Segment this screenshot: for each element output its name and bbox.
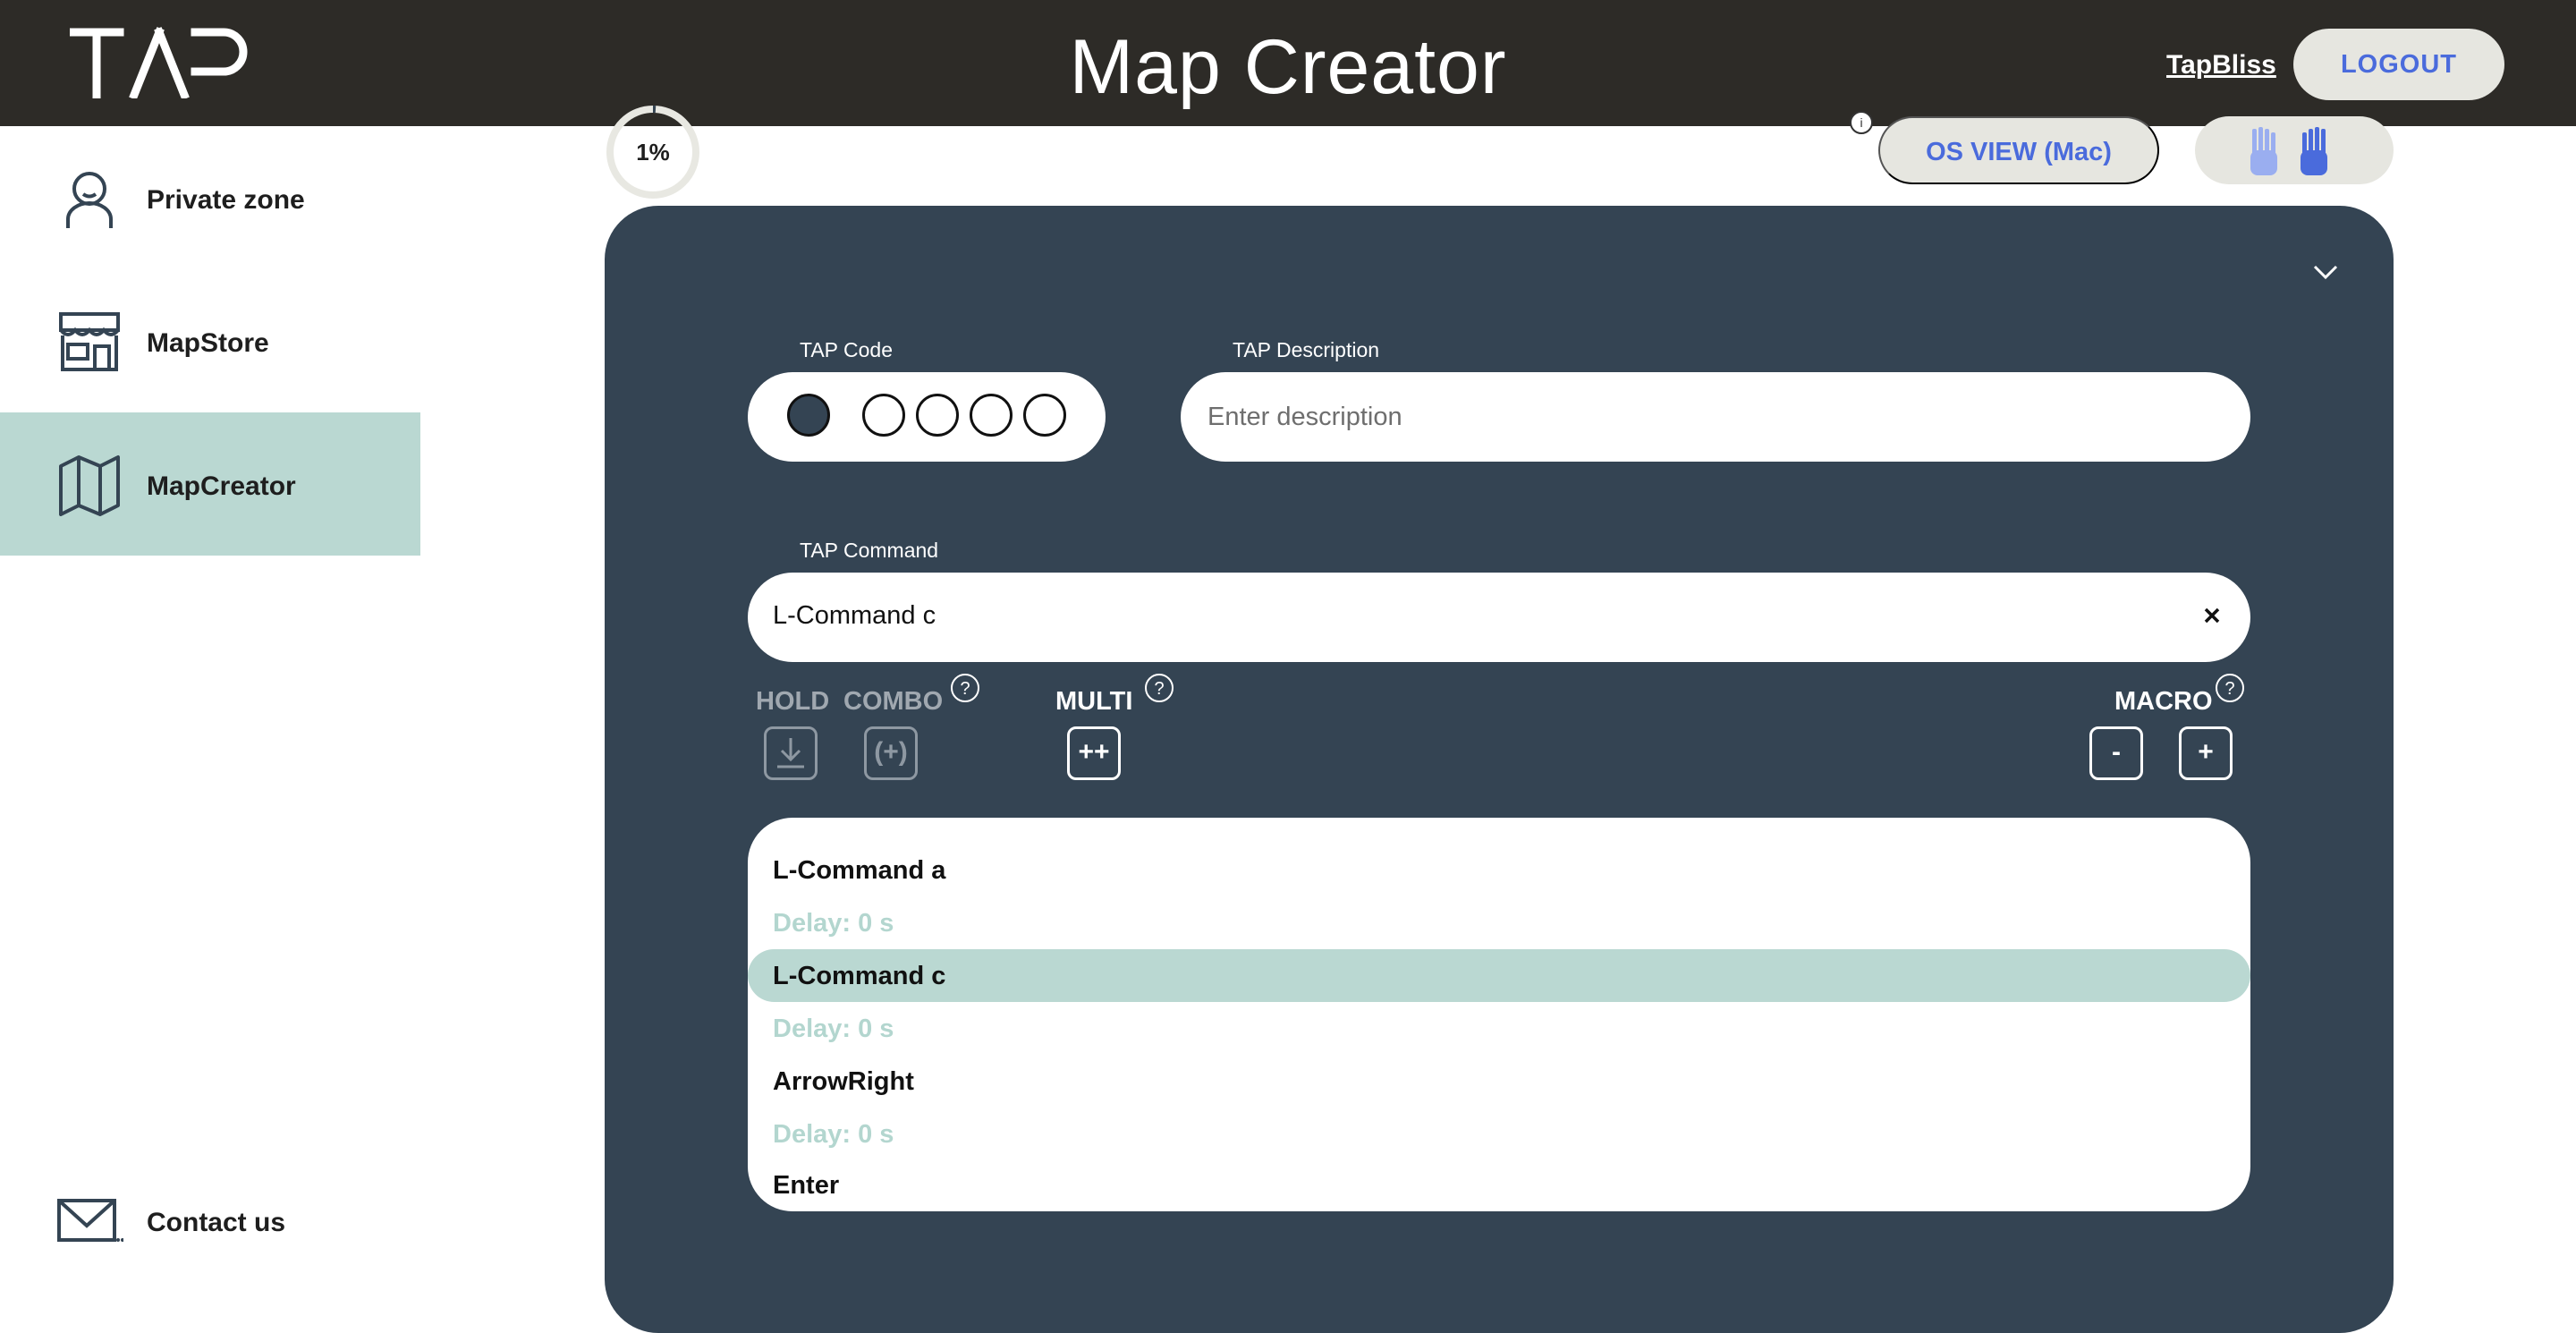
- tap-code-dot-thumb[interactable]: [787, 394, 830, 437]
- tap-command-value: L-Command c: [773, 601, 936, 630]
- info-icon[interactable]: i: [1848, 109, 1875, 136]
- sidebar-item-label: Contact us: [147, 1208, 286, 1237]
- macro-step-text: ArrowRight: [773, 1067, 914, 1096]
- sidebar: Private zone MapStore MapCreator Contact…: [0, 126, 420, 1295]
- tap-command-input[interactable]: [748, 573, 2250, 662]
- macro-step-text: L-Command a: [773, 856, 946, 885]
- chevron-down-icon[interactable]: [2309, 256, 2342, 288]
- macro-step-text: Delay: 0 s: [773, 1015, 894, 1043]
- download-icon: [777, 738, 804, 768]
- macro-remove-button[interactable]: -: [2089, 726, 2143, 780]
- macro-step-delay[interactable]: Delay: 0 s: [748, 896, 2250, 949]
- combo-button[interactable]: (+): [864, 726, 918, 780]
- sidebar-item-label: MapStore: [147, 328, 269, 358]
- macro-step-text: Delay: 0 s: [773, 909, 894, 938]
- help-icon[interactable]: ?: [1144, 673, 1174, 703]
- close-icon[interactable]: [2199, 602, 2225, 629]
- os-view-button[interactable]: OS VIEW (Mac): [1878, 116, 2159, 184]
- tap-code-dot-middle[interactable]: [916, 394, 959, 437]
- macro-step-key-selected[interactable]: L-Command c: [748, 949, 2250, 1002]
- macro-label: MACRO: [2114, 687, 2213, 716]
- macro-step-text: L-Command c: [773, 962, 946, 990]
- multi-button[interactable]: ++: [1067, 726, 1121, 780]
- sidebar-item-label: Private zone: [147, 185, 305, 215]
- macro-step-key[interactable]: ArrowRight: [748, 1055, 2250, 1108]
- svg-text:?: ?: [960, 679, 970, 699]
- sidebar-item-private-zone[interactable]: Private zone: [0, 126, 420, 269]
- progress-percent: 1%: [636, 139, 670, 166]
- macro-step-text: Enter: [773, 1171, 840, 1200]
- sidebar-item-label: MapCreator: [147, 471, 296, 501]
- tap-description-label: TAP Description: [1233, 338, 1380, 361]
- macro-step-delay[interactable]: Delay: 0 s: [748, 1108, 2250, 1160]
- tap-code-dot-pinky[interactable]: [1023, 394, 1066, 437]
- tap-code-dot-ring[interactable]: [970, 394, 1013, 437]
- mail-icon: [57, 1199, 123, 1242]
- map-icon: [59, 455, 120, 516]
- store-icon: [59, 312, 120, 371]
- macro-add-button[interactable]: +: [2179, 726, 2233, 780]
- sidebar-item-mapstore[interactable]: MapStore: [0, 269, 420, 412]
- sidebar-item-contact-us[interactable]: Contact us: [0, 1152, 420, 1295]
- help-icon[interactable]: ?: [950, 673, 980, 703]
- svg-text:?: ?: [1154, 679, 1164, 699]
- logout-button[interactable]: LOGOUT: [2293, 29, 2504, 100]
- macro-list: L-Command a Delay: 0 s L-Command c Delay…: [748, 818, 2250, 1211]
- svg-text:i: i: [1860, 115, 1862, 130]
- multi-label: MULTI: [1055, 687, 1133, 716]
- macro-step-key[interactable]: L-Command a: [748, 844, 2250, 896]
- user-name-link[interactable]: TapBliss: [2166, 50, 2276, 81]
- macro-step-delay[interactable]: Delay: 0 s: [748, 1002, 2250, 1055]
- user-icon: [66, 172, 113, 228]
- macro-step-text: Delay: 0 s: [773, 1120, 894, 1149]
- tap-description-input[interactable]: [1181, 372, 2250, 462]
- svg-text:?: ?: [2224, 679, 2234, 699]
- sidebar-item-mapcreator[interactable]: MapCreator: [0, 412, 420, 556]
- tap-command-label: TAP Command: [800, 539, 939, 562]
- hold-button[interactable]: [764, 726, 818, 780]
- macro-step-key[interactable]: Enter: [748, 1159, 2250, 1211]
- hold-label: HOLD: [756, 687, 830, 716]
- app-header: Map Creator TapBliss LOGOUT: [0, 0, 2576, 126]
- combo-label: COMBO: [843, 687, 944, 716]
- tap-code-label: TAP Code: [800, 338, 893, 361]
- hand-toggle-button[interactable]: [2195, 116, 2394, 184]
- help-icon[interactable]: ?: [2215, 673, 2245, 703]
- hands-icon: [2250, 127, 2327, 175]
- tap-code-dot-index[interactable]: [862, 394, 905, 437]
